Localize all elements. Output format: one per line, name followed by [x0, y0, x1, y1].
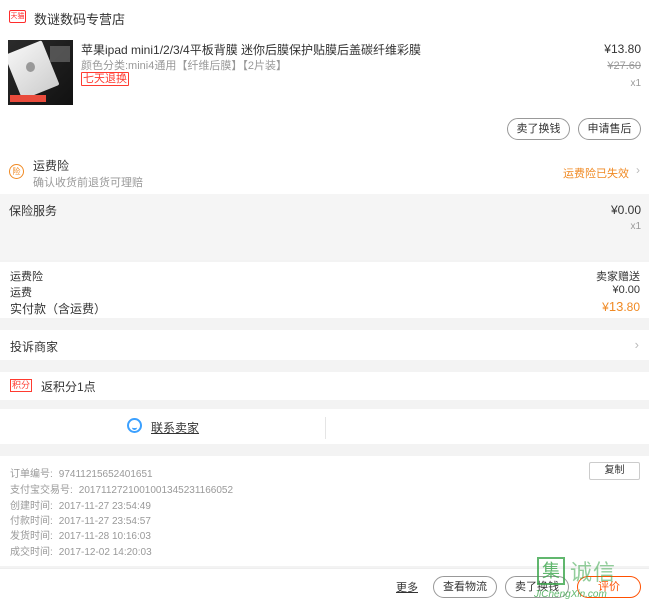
- product-item[interactable]: 苹果ipad mini1/2/3/4平板背膜 迷你后膜保护贴膜后盖碳纤维彩膜 颜…: [0, 34, 649, 148]
- more-link[interactable]: 更多: [396, 579, 418, 595]
- paid-integer: 13: [608, 299, 624, 314]
- summary-paid-label: 实付款（含运费）: [10, 302, 107, 316]
- paid-time-label: 付款时间:: [10, 516, 53, 527]
- paid-decimal: .80: [623, 300, 640, 314]
- shipped-time-label: 发货时间:: [10, 531, 53, 542]
- completed-time-label: 成交时间:: [10, 547, 53, 558]
- divider: [325, 417, 326, 439]
- chevron-right-icon: ›: [119, 8, 124, 23]
- insurance-icon: 险: [9, 164, 24, 179]
- apply-aftersale-button[interactable]: 申请售后: [578, 118, 641, 140]
- protection-quantity: x1: [630, 221, 641, 232]
- product-image-tag: [10, 95, 46, 102]
- chat-smile-icon[interactable]: [127, 418, 142, 433]
- alipay-number-label: 支付宝交易号:: [10, 485, 73, 496]
- shop-header[interactable]: 天猫 数谜数码专营店 ›: [0, 0, 649, 34]
- summary-paid-amount: ¥13.80: [602, 299, 640, 314]
- sell-exchange-button[interactable]: 卖了换钱: [507, 118, 570, 140]
- product-image-text: [50, 46, 70, 62]
- summary-freight-value: ¥0.00: [612, 284, 640, 296]
- points-text: 返积分1点: [41, 380, 96, 394]
- protection-title: 保险服务: [9, 204, 58, 218]
- contact-seller-link[interactable]: 联系卖家: [151, 419, 199, 436]
- contact-bar: 联系卖家: [0, 409, 649, 444]
- product-sku: 颜色分类:mini4通用【纤维后膜】【2片装】: [81, 60, 287, 72]
- insurance-title: 运费险: [33, 159, 70, 173]
- copy-button[interactable]: 复制: [589, 462, 640, 480]
- created-time-value: 2017-11-27 23:54:49: [58, 501, 151, 512]
- alipay-number-value: 2017112721001001345231166052: [78, 485, 234, 496]
- summary-insurance-value: 卖家赠送: [596, 271, 640, 283]
- order-info-row: 发货时间: 2017-11-28 10:16:03: [10, 527, 151, 542]
- product-thumbnail[interactable]: [8, 40, 73, 105]
- protection-service: 保险服务 ¥0.00 x1: [0, 194, 649, 260]
- apple-logo-icon: [26, 62, 35, 72]
- product-title[interactable]: 苹果ipad mini1/2/3/4平板背膜 迷你后膜保护贴膜后盖碳纤维彩膜: [81, 41, 481, 58]
- insurance-status[interactable]: 运费险已失效: [563, 165, 629, 181]
- order-info-row: 支付宝交易号: 2017112721001001345231166052: [10, 481, 233, 496]
- order-summary: 运费险 卖家赠送 运费 ¥0.00 实付款（含运费） ¥13.80: [0, 262, 649, 318]
- paid-currency: ¥: [602, 300, 609, 314]
- paid-time-value: 2017-11-27 23:54:57: [58, 516, 151, 527]
- insurance-subtitle: 确认收货前退货可理赔: [33, 177, 143, 189]
- shipped-time-value: 2017-11-28 10:16:03: [58, 531, 151, 542]
- order-info-row: 付款时间: 2017-11-27 23:54:57: [10, 512, 151, 527]
- chevron-right-icon: ›: [634, 337, 639, 352]
- order-info-row: 成交时间: 2017-12-02 14:20:03: [10, 543, 152, 558]
- order-info: 订单编号: 97411215652401651 支付宝交易号: 2017112721…: [0, 456, 649, 566]
- view-logistics-button[interactable]: 查看物流: [433, 576, 497, 598]
- product-quantity: x1: [630, 78, 641, 89]
- product-price: ¥13.80: [604, 42, 641, 56]
- bottom-action-bar: 更多 查看物流 卖了换钱 评价: [0, 568, 649, 606]
- complain-label: 投诉商家: [10, 340, 59, 354]
- summary-insurance-label: 运费险: [10, 271, 43, 283]
- sell-exchange-button-bottom[interactable]: 卖了换钱: [505, 576, 569, 598]
- order-info-row: 创建时间: 2017-11-27 23:54:49: [10, 497, 151, 512]
- freight-insurance-row[interactable]: 险 运费险 确认收货前退货可理赔 运费险已失效 ›: [0, 148, 649, 194]
- order-number-value: 97411215652401651: [58, 469, 153, 480]
- completed-time-value: 2017-12-02 14:20:03: [58, 547, 152, 558]
- order-info-row: 订单编号: 97411215652401651: [10, 465, 153, 480]
- order-number-label: 订单编号:: [10, 469, 53, 480]
- protection-price: ¥0.00: [610, 203, 641, 217]
- points-badge: 积分: [10, 379, 33, 392]
- tmall-logo-icon: 天猫: [9, 10, 26, 23]
- points-row: 积分 返积分1点: [0, 372, 649, 400]
- created-time-label: 创建时间:: [10, 501, 53, 512]
- product-original-price: ¥27.60: [607, 60, 641, 72]
- shop-name[interactable]: 数谜数码专营店: [34, 9, 125, 28]
- return-policy-badge: 七天退换: [81, 72, 129, 86]
- review-button[interactable]: 评价: [577, 576, 641, 598]
- chevron-right-icon: ›: [636, 163, 640, 177]
- complain-seller-row[interactable]: 投诉商家 ›: [0, 330, 649, 360]
- summary-freight-label: 运费: [10, 287, 32, 299]
